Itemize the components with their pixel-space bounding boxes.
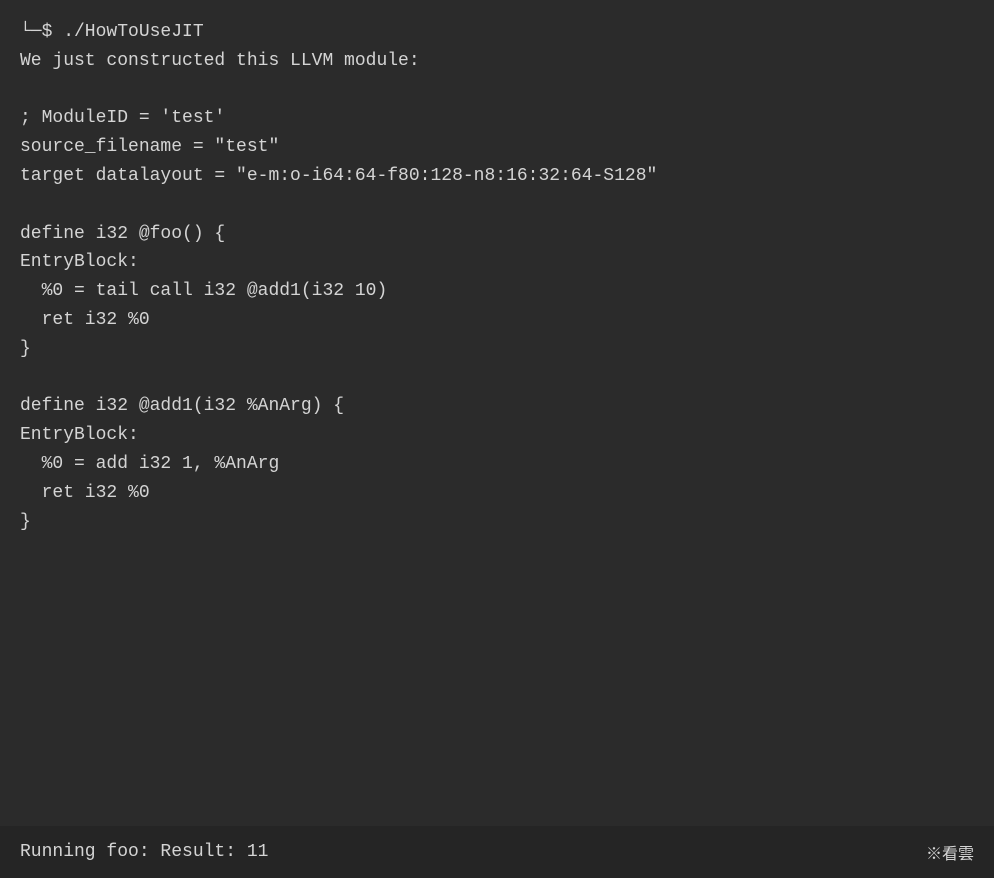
add1-close-line: } (20, 508, 974, 537)
foo-body2-line: ret i32 %0 (20, 306, 974, 335)
empty-line-2 (20, 191, 974, 220)
empty-line-1 (20, 76, 974, 105)
add1-body1-line: %0 = add i32 1, %AnArg (20, 450, 974, 479)
empty-line-3 (20, 364, 974, 393)
add1-body2-line: ret i32 %0 (20, 479, 974, 508)
empty-line-4 (20, 536, 974, 565)
result-line: Running foo: Result: 11 (20, 842, 268, 862)
prompt-line: └─$ ./HowToUseJIT (20, 18, 974, 47)
module-id-line: ; ModuleID = 'test' (20, 104, 974, 133)
entryblock-add1-line: EntryBlock: (20, 421, 974, 450)
empty-line-5 (20, 565, 974, 594)
foo-body1-line: %0 = tail call i32 @add1(i32 10) (20, 277, 974, 306)
intro-line: We just constructed this LLVM module: (20, 47, 974, 76)
foo-close-line: } (20, 335, 974, 364)
entryblock-foo-line: EntryBlock: (20, 248, 974, 277)
brand-icon: ※看雲 (926, 840, 974, 864)
source-filename-line: source_filename = "test" (20, 133, 974, 162)
empty-line-6 (20, 594, 974, 623)
terminal-window: └─$ ./HowToUseJIT We just constructed th… (0, 0, 994, 878)
define-add1-line: define i32 @add1(i32 %AnArg) { (20, 392, 974, 421)
define-foo-line: define i32 @foo() { (20, 220, 974, 249)
bottom-bar: Running foo: Result: 11 ※看雲 (0, 826, 994, 878)
target-datalayout-line: target datalayout = "e-m:o-i64:64-f80:12… (20, 162, 974, 191)
